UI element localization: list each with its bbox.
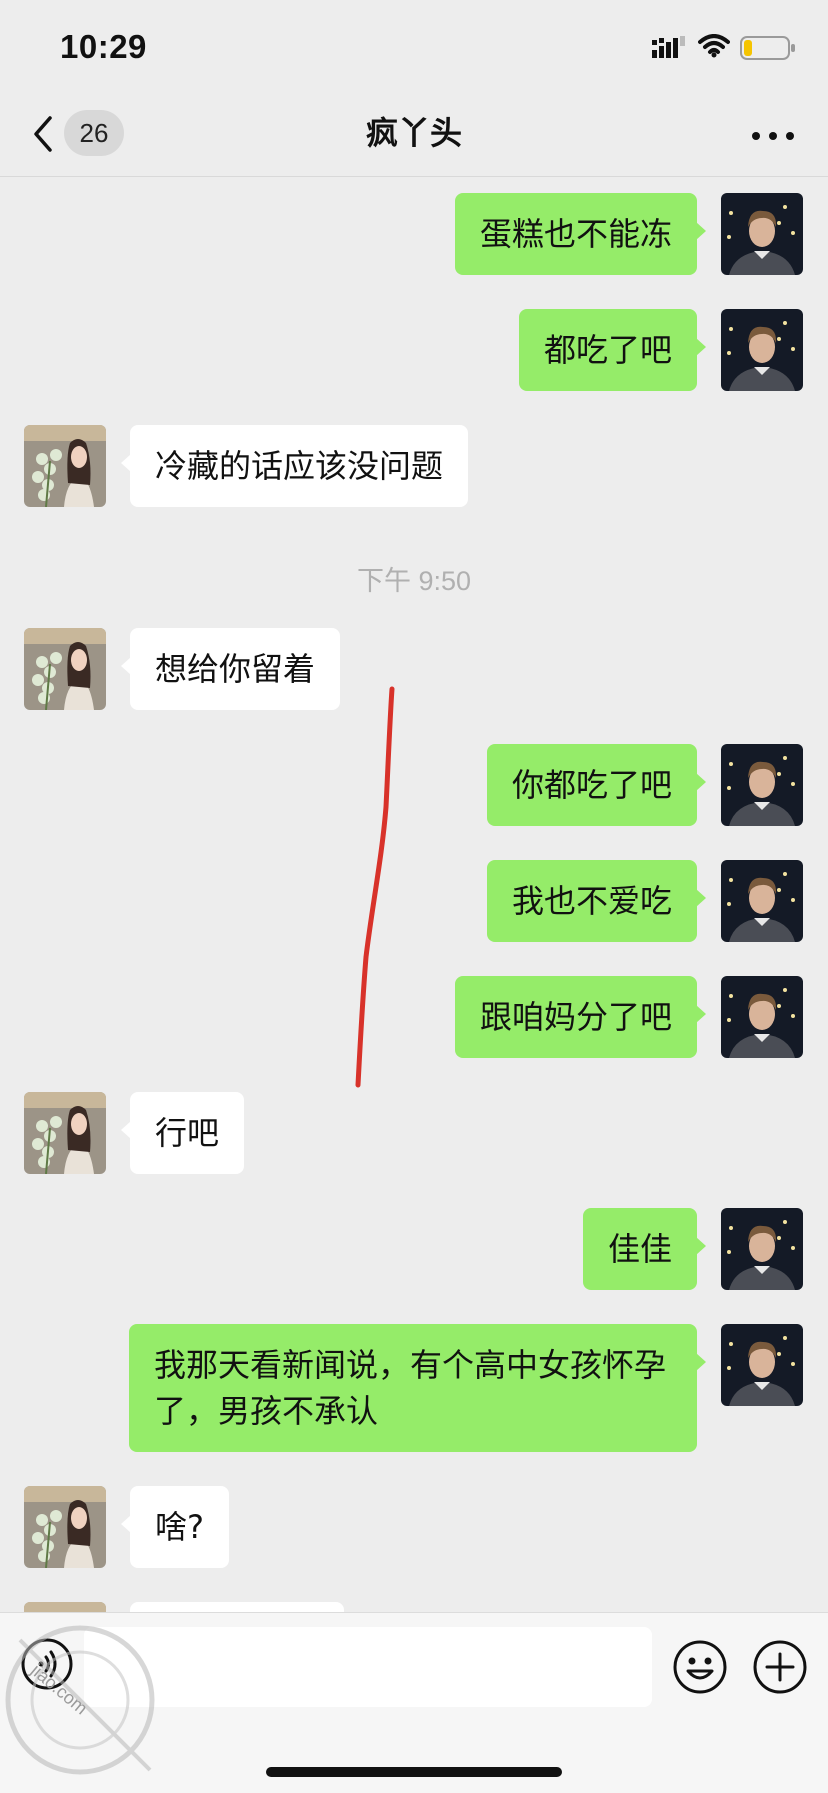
watermark-logo (5, 1625, 155, 1775)
my-avatar[interactable] (721, 309, 803, 391)
my-avatar[interactable] (721, 976, 803, 1058)
message-bubble[interactable]: 跟咱妈分了吧 (454, 976, 707, 1058)
message-bubble[interactable]: 想给你留着 (120, 628, 341, 710)
status-bar: 10:29 (0, 0, 828, 96)
my-avatar[interactable] (721, 1208, 803, 1290)
contact-avatar[interactable] (24, 1092, 106, 1174)
message-bubble[interactable]: 佳佳 (582, 1208, 707, 1290)
my-avatar[interactable] (721, 193, 803, 275)
message-bubble[interactable]: 你都吃了吧 (486, 744, 707, 826)
my-avatar[interactable] (721, 1324, 803, 1406)
status-time: 10:29 (60, 28, 147, 65)
message-bubble[interactable]: 蛋糕也不能冻 (454, 193, 707, 275)
contact-avatar[interactable] (24, 1486, 106, 1568)
message-bubble[interactable]: 我也不爱吃 (486, 860, 707, 942)
red-annotation-line (355, 686, 395, 1088)
home-indicator[interactable] (266, 1767, 562, 1777)
emoji-icon[interactable] (672, 1639, 728, 1699)
message-bubble[interactable]: 啥? (121, 1486, 229, 1568)
message-bubble[interactable]: 都吃了吧 (518, 309, 707, 391)
message-list[interactable]: 蛋糕也不能冻 都吃了吧 冷藏的话应该没问题 下午 9:50 想给你留着 你都吃了… (0, 177, 828, 1613)
wifi-icon (698, 34, 730, 62)
message-bubble[interactable]: 行吧 (120, 1092, 245, 1174)
cellular-signal-icon (652, 36, 686, 62)
plus-icon[interactable] (752, 1639, 808, 1699)
my-avatar[interactable] (721, 860, 803, 942)
message-bubble[interactable]: 冷藏的话应该没问题 (120, 425, 469, 507)
contact-avatar[interactable] (24, 628, 106, 710)
message-timestamp: 下午 9:50 (356, 566, 472, 596)
my-avatar[interactable] (721, 744, 803, 826)
battery-low-icon (740, 36, 796, 64)
chat-title: 疯丫头 (365, 114, 462, 152)
more-dots-icon[interactable] (748, 118, 798, 154)
contact-avatar[interactable] (24, 425, 106, 507)
message-bubble[interactable]: 我那天看新闻说，有个高中女孩怀孕了，男孩不承认 (129, 1324, 706, 1452)
chat-header: 26 疯丫头 (0, 96, 828, 177)
